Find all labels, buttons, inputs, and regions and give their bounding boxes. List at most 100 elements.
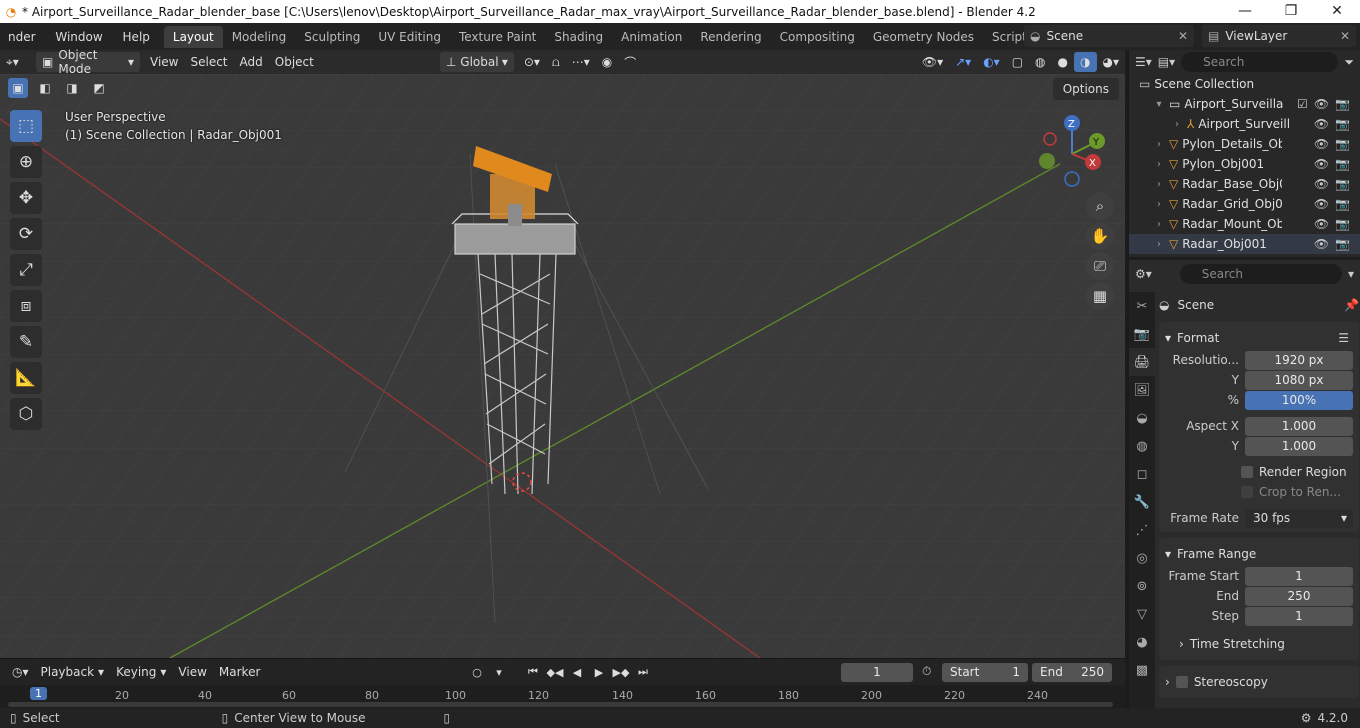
close-icon[interactable]: ✕ [1314, 0, 1360, 23]
3d-viewport[interactable]: User Perspective (1) Scene Collection | … [0, 74, 1125, 658]
outliner-item-row[interactable]: › ▽ Radar_Grid_Obj001 👁📷 [1129, 194, 1360, 214]
display-mode-icon[interactable]: ▤▾ [1158, 55, 1175, 69]
orientation-dropdown[interactable]: ⊥ Global ▾ [439, 52, 514, 72]
frame-rate-dropdown[interactable]: 30 fps ▾ [1245, 508, 1353, 528]
options-button[interactable]: Options [1052, 78, 1119, 100]
outliner-item-row[interactable]: › ▽ Radar_Base_Obj001 👁📷 [1129, 174, 1360, 194]
scale-tool-icon[interactable]: ⤢ [10, 254, 42, 286]
scene-close-icon[interactable]: ✕ [1178, 29, 1194, 43]
render-region-checkbox[interactable]: Render Region [1159, 462, 1359, 482]
rotate-tool-icon[interactable]: ⟳ [10, 218, 42, 250]
frame-start-field[interactable]: 1 [1245, 566, 1353, 586]
texture-tab-icon[interactable]: ▩ [1129, 656, 1155, 684]
transform-tool-icon[interactable]: ⧈ [10, 290, 42, 322]
pin-icon[interactable]: 📌 [1344, 298, 1359, 312]
overlay-toggle-icon[interactable]: ◐▾ [977, 52, 1006, 72]
data-tab-icon[interactable]: ▽ [1129, 600, 1155, 628]
view-layer-close-icon[interactable]: ✕ [1340, 29, 1356, 43]
properties-editor-icon[interactable]: ⚙▾ [1135, 267, 1152, 281]
view-layer-tab-icon[interactable]: 🖼 [1129, 376, 1155, 404]
menu-select[interactable]: Select [184, 52, 233, 72]
eye-icon[interactable]: 👁 [1314, 237, 1329, 251]
stopwatch-icon[interactable]: ⏱ [922, 664, 931, 679]
material-shading-icon[interactable]: ◑ [1074, 52, 1097, 72]
eye-icon[interactable]: 👁 [1314, 217, 1329, 231]
material-tab-icon[interactable]: ◕ [1129, 628, 1155, 656]
particles-tab-icon[interactable]: ⋰ [1129, 516, 1155, 544]
output-tab-icon[interactable]: 🖨 [1129, 348, 1155, 376]
eye-icon[interactable]: 👁 [1314, 97, 1329, 111]
camera-icon[interactable]: 📷 [1335, 97, 1350, 111]
ortho-grid-icon[interactable]: ▦ [1086, 282, 1114, 310]
camera-icon[interactable]: 📷 [1335, 217, 1350, 231]
mode-dropdown[interactable]: ▣ Object Mode ▾ [36, 48, 140, 76]
snap-icon[interactable]: ⩍ [546, 52, 566, 72]
navigation-gizmo[interactable]: Z Y X [1030, 112, 1120, 202]
filter-icon[interactable]: ⏷ [1344, 55, 1354, 70]
aspect-x-field[interactable]: 1.000 [1245, 416, 1353, 436]
chevron-down-icon[interactable]: ▾ [1348, 267, 1354, 281]
camera-icon[interactable]: 📷 [1335, 137, 1350, 151]
outliner-item-row[interactable]: › ▽ Pylon_Details_Obj0 👁📷 [1129, 134, 1360, 154]
jump-end-icon[interactable]: ⏭ [634, 663, 652, 681]
annotate-tool-icon[interactable]: ✎ [10, 326, 42, 358]
marker-menu[interactable]: Marker [213, 662, 266, 682]
eye-icon[interactable]: 👁 [1314, 177, 1329, 191]
timeline-ruler[interactable]: 1 20 40 60 80 100 120 140 160 180 200 22… [0, 685, 1125, 709]
eye-icon[interactable]: 👁 [1314, 197, 1329, 211]
expand-icon[interactable]: › [1153, 219, 1165, 230]
play-reverse-icon[interactable]: ◀ [568, 663, 586, 681]
zoom-icon[interactable]: ⌕ [1086, 192, 1114, 220]
solid-shading-icon[interactable]: ● [1052, 52, 1074, 72]
timeline-scrollbar[interactable] [8, 702, 1113, 707]
move-tool-icon[interactable]: ✥ [10, 182, 42, 214]
presets-icon[interactable]: ☰ [1338, 331, 1349, 345]
eye-icon[interactable]: 👁 [1314, 157, 1329, 171]
keying-menu[interactable]: Keying ▾ [110, 662, 172, 682]
falloff-icon[interactable]: ⌒ [618, 52, 642, 72]
outliner-scene-collection[interactable]: ▭ Scene Collection [1129, 74, 1360, 94]
outliner-item-row-selected[interactable]: › ▽ Radar_Obj001 👁 📷 [1129, 234, 1360, 254]
format-panel-header[interactable]: ▾ Format ☰ [1159, 326, 1359, 350]
constraints-tab-icon[interactable]: ⊚ [1129, 572, 1155, 600]
render-region-box[interactable] [1241, 466, 1253, 478]
playhead[interactable]: 1 [30, 687, 47, 700]
tab-geometry-nodes[interactable]: Geometry Nodes [864, 26, 983, 48]
frame-range-panel-header[interactable]: ▾ Frame Range [1159, 542, 1359, 566]
scene-tab-icon[interactable]: ◒ [1129, 404, 1155, 432]
stereoscopy-checkbox[interactable] [1175, 676, 1188, 688]
tool-tab-icon[interactable]: ✂ [1129, 292, 1155, 320]
end-frame-field[interactable]: End 250 [1032, 663, 1112, 682]
properties-search-input[interactable]: Search [1179, 264, 1342, 284]
select-extend-icon[interactable]: ◧ [35, 78, 55, 98]
tab-modeling[interactable]: Modeling [223, 26, 296, 48]
gizmo-toggle-icon[interactable]: ↗▾ [949, 52, 977, 72]
expand-icon[interactable]: › [1153, 179, 1165, 190]
jump-start-icon[interactable]: ⏮ [524, 663, 542, 681]
camera-view-icon[interactable]: ⎚ [1086, 252, 1114, 280]
select-box-tool-icon[interactable]: ⬚ [10, 110, 42, 142]
xray-icon[interactable]: ▢ [1006, 52, 1029, 72]
visibility-icon[interactable]: 👁▾ [916, 52, 949, 72]
maximize-icon[interactable]: ❐ [1268, 0, 1314, 23]
chevron-down-icon[interactable]: ▾ [490, 663, 508, 681]
current-frame-field[interactable]: 1 [841, 663, 913, 682]
eye-icon[interactable]: 👁 [1314, 117, 1329, 131]
outliner-item-row[interactable]: › ▽ Pylon_Obj001 👁 📷 [1129, 154, 1360, 174]
expand-icon[interactable]: › [1153, 139, 1165, 150]
camera-icon[interactable]: 📷 [1335, 237, 1350, 251]
world-tab-icon[interactable]: ◍ [1129, 432, 1155, 460]
add-cube-tool-icon[interactable]: ⬡ [10, 398, 42, 430]
tab-animation[interactable]: Animation [612, 26, 691, 48]
expand-icon[interactable]: › [1171, 119, 1183, 130]
select-subtract-icon[interactable]: ◨ [62, 78, 82, 98]
tab-layout[interactable]: Layout [163, 25, 223, 48]
aspect-y-field[interactable]: 1.000 [1245, 436, 1353, 456]
prev-keyframe-icon[interactable]: ◆◀ [546, 663, 564, 681]
resolution-percent-slider[interactable]: 100% [1245, 390, 1353, 410]
view-layer-selector[interactable]: ▤ ViewLayer ✕ [1202, 25, 1356, 47]
resolution-y-field[interactable]: 1080 px [1245, 370, 1353, 390]
camera-icon[interactable]: 📷 [1335, 117, 1350, 131]
tab-shading[interactable]: Shading [545, 26, 612, 48]
camera-icon[interactable]: 📷 [1335, 177, 1350, 191]
